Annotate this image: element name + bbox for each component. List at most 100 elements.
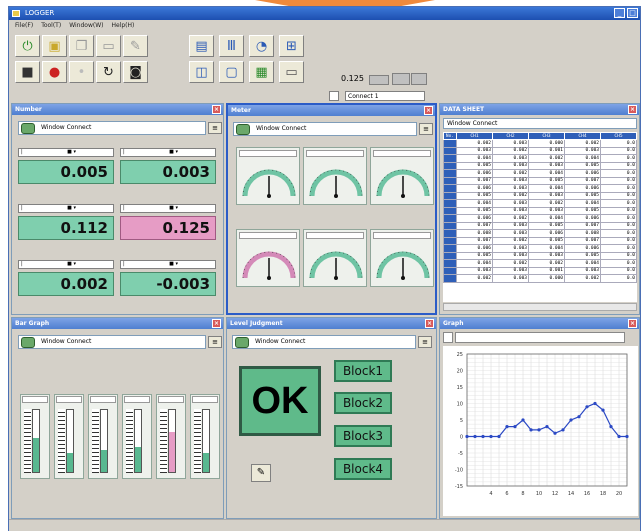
table-cell: 0.003 xyxy=(492,221,529,230)
gauge-dial xyxy=(242,251,296,280)
display-number-icon[interactable]: ▤ xyxy=(189,35,214,57)
close-icon[interactable]: × xyxy=(628,105,637,114)
power-icon[interactable]: ⏻ xyxy=(15,35,40,57)
menu-help[interactable]: Help(H) xyxy=(111,20,134,31)
record-icon[interactable]: ● xyxy=(42,61,67,83)
window-select[interactable]: Window Connect xyxy=(233,122,417,136)
y-tick-label: 15 xyxy=(457,385,463,391)
close-icon[interactable]: × xyxy=(425,319,434,328)
table-cell: 0.006 xyxy=(564,244,601,253)
meter-gauge xyxy=(236,147,300,205)
minimize-button[interactable]: _ xyxy=(614,8,625,18)
row-header xyxy=(443,274,457,283)
column-header: CH2 xyxy=(492,132,529,140)
table-cell: 0.007 xyxy=(456,236,493,245)
gear-icon[interactable] xyxy=(21,337,35,348)
table-cell: 0.0 xyxy=(600,244,637,253)
data-point xyxy=(601,408,605,412)
table-row: 0.004 0.002 0.002 0.004 0.0 xyxy=(443,259,637,268)
gear-icon[interactable] xyxy=(21,123,35,134)
toolbar-text-field[interactable]: Connect 1 xyxy=(345,91,425,101)
stop-icon[interactable]: ■ xyxy=(15,61,40,83)
horizontal-scrollbar[interactable] xyxy=(443,303,637,311)
window-select-button[interactable]: ≡ xyxy=(208,336,222,348)
copy-icon[interactable]: ❐ xyxy=(69,35,94,57)
table-cell: 0.004 xyxy=(564,259,601,268)
display-level-icon[interactable]: ▦ xyxy=(249,61,274,83)
row-header xyxy=(443,161,457,170)
save-icon[interactable]: ▣ xyxy=(42,35,67,57)
folder-icon[interactable]: ▭ xyxy=(96,35,121,57)
close-icon[interactable]: × xyxy=(212,105,221,114)
table-cell: 0.005 xyxy=(528,176,565,185)
settings-icon[interactable]: ✎ xyxy=(123,35,148,57)
gauge-dial xyxy=(376,251,430,280)
table-cell: 0.002 xyxy=(528,199,565,208)
title-bar[interactable]: LOGGER _ □ xyxy=(9,7,640,20)
maximize-button[interactable]: □ xyxy=(627,8,638,18)
meter-gauge xyxy=(370,147,434,205)
table-row: 0.007 0.003 0.005 0.007 0.0 xyxy=(443,176,637,185)
close-icon[interactable]: × xyxy=(628,319,637,328)
toolbar-button-a[interactable] xyxy=(392,73,410,85)
toolbar-button-b[interactable] xyxy=(411,73,427,85)
table-cell: 0.002 xyxy=(528,154,565,163)
close-icon[interactable]: × xyxy=(424,106,433,115)
table-cell: 0.0 xyxy=(600,169,637,178)
table-cell: 0.004 xyxy=(528,184,565,193)
table-row: 0.007 0.003 0.005 0.007 0.0 xyxy=(443,221,637,230)
window-select-button[interactable]: ≡ xyxy=(418,336,432,348)
window-select[interactable]: Window Connect xyxy=(18,335,206,349)
table-cell: 0.003 xyxy=(492,266,529,275)
table-row: 0.004 0.003 0.002 0.004 0.0 xyxy=(443,154,637,163)
table-cell: 0.008 xyxy=(456,229,493,238)
bar-tube xyxy=(100,409,108,473)
menu-file[interactable]: File(F) xyxy=(15,20,33,31)
window-select[interactable]: Window Connect xyxy=(18,121,206,135)
window-select-button[interactable]: ≡ xyxy=(208,122,222,134)
row-header xyxy=(443,259,457,268)
toolbar-checkbox[interactable] xyxy=(329,91,339,101)
bar-tube xyxy=(134,409,142,473)
table-cell: 0.003 xyxy=(492,161,529,170)
display-bar-icon[interactable]: Ⅲ xyxy=(219,35,244,57)
table-cell: 0.003 xyxy=(492,199,529,208)
graph-channel-field[interactable] xyxy=(443,332,453,343)
table-cell: 0.005 xyxy=(528,221,565,230)
window-select[interactable]: Window Connect xyxy=(443,118,637,129)
gear-icon[interactable] xyxy=(235,337,249,348)
table-cell: 0.003 xyxy=(492,229,529,238)
row-header xyxy=(443,244,457,253)
display-window-icon[interactable]: ▢ xyxy=(219,61,244,83)
gear-icon[interactable] xyxy=(236,124,250,135)
toolbar-field[interactable] xyxy=(369,75,389,85)
menu-tool[interactable]: Tool(T) xyxy=(41,20,61,31)
table-cell: 0.006 xyxy=(564,214,601,223)
display-meter-icon[interactable]: ◔ xyxy=(249,35,274,57)
play-icon[interactable]: • xyxy=(69,61,94,83)
display-grid-icon[interactable]: ⊞ xyxy=(279,35,304,57)
table-cell: 0.002 xyxy=(492,259,529,268)
table-cell: 0.005 xyxy=(456,161,493,170)
data-point xyxy=(617,434,621,439)
level-judgment-title-text: Level Judgment xyxy=(230,320,283,327)
table-cell: 0.0 xyxy=(600,266,637,275)
display-graph-icon[interactable]: ◫ xyxy=(189,61,214,83)
y-tick-label: 5 xyxy=(460,418,463,424)
graph-option-field[interactable] xyxy=(455,332,625,343)
table-cell: 0.004 xyxy=(456,199,493,208)
refresh-icon[interactable]: ↻ xyxy=(96,61,121,83)
table-cell: 0.005 xyxy=(564,251,601,260)
menu-window[interactable]: Window(W) xyxy=(69,20,103,31)
display-monitor-icon[interactable]: ▭ xyxy=(279,61,304,83)
y-tick-label: 0 xyxy=(460,435,463,441)
table-cell: 0.005 xyxy=(456,206,493,215)
table-cell: 0.0 xyxy=(600,274,637,283)
close-icon[interactable]: × xyxy=(212,319,221,328)
table-cell: 0.001 xyxy=(528,266,565,275)
table-cell: 0.002 xyxy=(492,169,529,178)
window-select-button[interactable]: ≡ xyxy=(419,123,433,135)
window-select[interactable]: Window Connect xyxy=(232,335,416,349)
camera-icon[interactable]: ◙ xyxy=(123,61,148,83)
edit-icon[interactable]: ✎ xyxy=(251,464,271,482)
